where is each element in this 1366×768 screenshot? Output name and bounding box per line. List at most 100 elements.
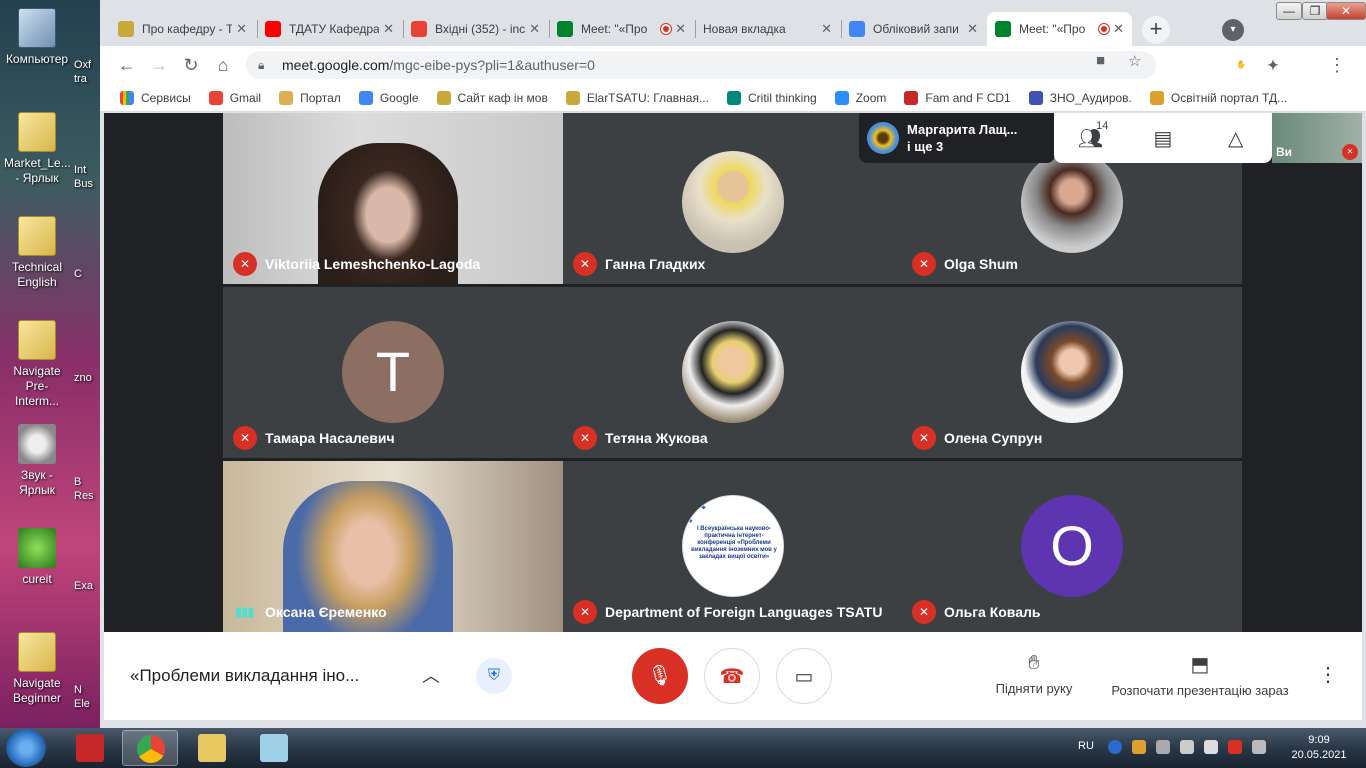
extension-crown-icon[interactable]: ♛ xyxy=(1166,56,1184,74)
participant-tile[interactable]: ✕ Тетяна Жукова xyxy=(563,287,903,458)
taskbar-app-book[interactable] xyxy=(62,730,118,766)
bookmark-zoom[interactable]: Zoom xyxy=(834,90,886,105)
desktop-icon-navigate-beginner[interactable]: Navigate Beginner xyxy=(4,632,70,706)
start-button[interactable] xyxy=(6,729,46,767)
taskbar-app-explorer[interactable] xyxy=(184,730,240,766)
computer-icon xyxy=(18,8,56,48)
tab-pro-kafedru[interactable]: Про кафедру - Т ✕ xyxy=(110,12,255,46)
bookmark-google[interactable]: Google xyxy=(358,90,419,105)
desktop-icon-partial[interactable]: B xyxy=(74,475,100,489)
bookmark-star-icon[interactable]: ☆ xyxy=(1128,52,1141,70)
language-indicator[interactable]: RU xyxy=(1078,740,1094,752)
adblock-plus-icon[interactable]: ABP xyxy=(1200,56,1218,74)
tray-app-icon[interactable] xyxy=(1156,740,1170,754)
desktop-icon-partial[interactable]: zno xyxy=(74,371,100,385)
close-icon[interactable]: ✕ xyxy=(383,21,394,37)
close-icon[interactable]: ✕ xyxy=(1113,21,1124,37)
tab-search-icon[interactable]: ▾ xyxy=(1222,19,1244,41)
restore-button[interactable]: ❐ xyxy=(1302,2,1328,20)
tray-app-icon[interactable] xyxy=(1108,740,1122,754)
microphone-toggle-button[interactable]: 🎙︎ xyxy=(632,648,688,704)
desktop-icon-partial[interactable]: Oxf xyxy=(74,58,100,72)
network-icon[interactable] xyxy=(1228,740,1242,754)
desktop-icon-partial[interactable]: N xyxy=(74,683,100,697)
address-bar[interactable]: 🔒︎ meet.google.com/mgc-eibe-pys?pli=1&au… xyxy=(246,51,1156,79)
bookmark-elartsatu[interactable]: ElarTSATU: Главная... xyxy=(565,90,709,105)
puzzle-extensions-icon[interactable]: ✦ xyxy=(1264,56,1282,74)
participant-tile[interactable]: ✕ Viktoriia Lemeshchenko-Lagoda xyxy=(223,113,563,284)
close-icon[interactable]: ✕ xyxy=(821,21,832,37)
tray-app-icon[interactable] xyxy=(1132,740,1146,754)
action-center-icon[interactable] xyxy=(1204,740,1218,754)
adblock-hand-icon[interactable]: ✋ xyxy=(1232,56,1250,74)
bookmark-kaf-site[interactable]: Сайт каф ін мов xyxy=(436,90,548,105)
host-controls-shield-icon[interactable]: ⛨ xyxy=(476,658,512,694)
desktop-icon-market-leader[interactable]: Market_Le... - Ярлык xyxy=(4,112,71,186)
desktop-icon-sound[interactable]: Звук - Ярлык xyxy=(4,424,70,498)
tray-app-icon[interactable] xyxy=(1180,740,1194,754)
close-icon[interactable]: ✕ xyxy=(236,21,247,37)
camera-in-use-icon[interactable]: ■ xyxy=(1096,52,1105,69)
volume-icon[interactable] xyxy=(1252,740,1266,754)
close-icon[interactable]: ✕ xyxy=(675,21,686,37)
participant-tile[interactable]: O ✕ Ольга Коваль xyxy=(902,461,1242,632)
tab-new-tab[interactable]: Новая вкладка ✕ xyxy=(695,12,840,46)
desktop-icon-partial[interactable]: C xyxy=(74,267,100,281)
taskbar-app-chrome[interactable] xyxy=(122,730,178,766)
desktop-icon-navigate-pre[interactable]: Navigate Pre-Interm... xyxy=(4,320,70,409)
desktop-icon-partial[interactable]: tra xyxy=(74,72,100,86)
desktop-icon-partial[interactable]: Res xyxy=(74,489,100,503)
home-icon[interactable]: ⌂ xyxy=(212,54,234,76)
profile-avatar[interactable]: ◍ xyxy=(1294,56,1312,74)
minimize-button[interactable]: — xyxy=(1276,2,1302,20)
taskbar-app-notes[interactable] xyxy=(246,730,302,766)
desktop-icon-partial[interactable]: Bus xyxy=(74,177,100,191)
tab-meet-active[interactable]: Meet: "«Про ✕ xyxy=(987,12,1132,46)
desktop-icon-partial[interactable]: Exa xyxy=(74,579,100,593)
activities-button[interactable]: △ xyxy=(1216,126,1256,151)
close-icon[interactable]: ✕ xyxy=(967,21,978,37)
self-view-tile[interactable]: Ви ✕ xyxy=(1272,113,1362,163)
bookmark-services[interactable]: Сервисы xyxy=(120,90,191,105)
bookmark-critical-thinking[interactable]: Critil thinking xyxy=(726,90,817,105)
meeting-title[interactable]: «Проблеми викладання іно... xyxy=(130,666,359,686)
close-icon[interactable]: ✕ xyxy=(529,21,540,37)
bookmark-osvitniy-portal[interactable]: Освітній портал ТД... xyxy=(1149,90,1287,105)
participant-tile[interactable]: ✕ Олена Супрун xyxy=(902,287,1242,458)
present-now-button[interactable]: ⬒ Розпочати презентацію зараз xyxy=(1104,652,1296,698)
back-icon[interactable]: ← xyxy=(116,54,138,76)
meet-grid: ✕ Viktoriia Lemeshchenko-Lagoda ✕ Ганна … xyxy=(104,113,1362,632)
chevron-up-icon[interactable]: ︿ xyxy=(422,662,440,688)
tab-google-account[interactable]: Обліковий запи ✕ xyxy=(841,12,986,46)
camera-toggle-button[interactable]: ▭ xyxy=(776,648,832,704)
more-options-icon[interactable]: ⋮ xyxy=(1318,662,1338,687)
people-button[interactable]: 👥︎ 14 xyxy=(1070,120,1110,151)
close-window-button[interactable]: ✕ xyxy=(1326,2,1366,20)
tab-meet-1[interactable]: Meet: "«Про ✕ xyxy=(549,12,694,46)
bookmark-portal[interactable]: Портал xyxy=(279,90,341,105)
desktop-icon-technical-english[interactable]: Technical English xyxy=(4,216,70,290)
forward-icon[interactable]: → xyxy=(148,54,170,76)
desktop-icon-partial[interactable]: Int xyxy=(74,163,100,177)
bookmark-gmail[interactable]: Gmail xyxy=(208,90,261,105)
clock[interactable]: 9:09 20.05.2021 xyxy=(1284,733,1354,763)
desktop-icon-computer[interactable]: Компьютер xyxy=(4,8,70,67)
more-vert-icon[interactable]: ⋮ xyxy=(1326,54,1348,76)
bookmark-fam-and-f[interactable]: Fam and F CD1 xyxy=(904,90,1011,105)
participant-tile[interactable]: T ✕ Тамара Насалевич xyxy=(223,287,563,458)
reload-icon[interactable]: ↻ xyxy=(180,54,202,76)
tab-youtube[interactable]: ТДАТУ Кафедра ✕ xyxy=(257,12,402,46)
participant-tile[interactable]: ✕ Ганна Гладких xyxy=(563,113,903,284)
participant-tile[interactable]: ▮▮▮ Оксана Єременко xyxy=(223,461,563,632)
desktop-icon-cureit[interactable]: cureit xyxy=(4,528,70,587)
chat-button[interactable]: ▤ xyxy=(1143,126,1183,151)
participant-tile[interactable]: I Всеукраїнська науково-практична інтерн… xyxy=(563,461,903,632)
meet-control-bar: «Проблеми викладання іно... ︿ ⛨ 🎙︎ ☎︎ ▭ … xyxy=(104,632,1362,720)
bookmark-zno[interactable]: ЗНО_Аудиров. xyxy=(1028,90,1132,105)
new-tab-button[interactable]: + xyxy=(1142,16,1170,44)
presenter-chip[interactable]: Маргарита Лащ... і ще 3 xyxy=(859,113,1055,163)
tab-gmail[interactable]: Вхідні (352) - inc ✕ xyxy=(403,12,548,46)
leave-call-button[interactable]: ☎︎ xyxy=(704,648,760,704)
desktop-icon-partial[interactable]: Ele xyxy=(74,697,100,711)
raise-hand-button[interactable]: ✋︎ Підняти руку xyxy=(990,652,1078,696)
